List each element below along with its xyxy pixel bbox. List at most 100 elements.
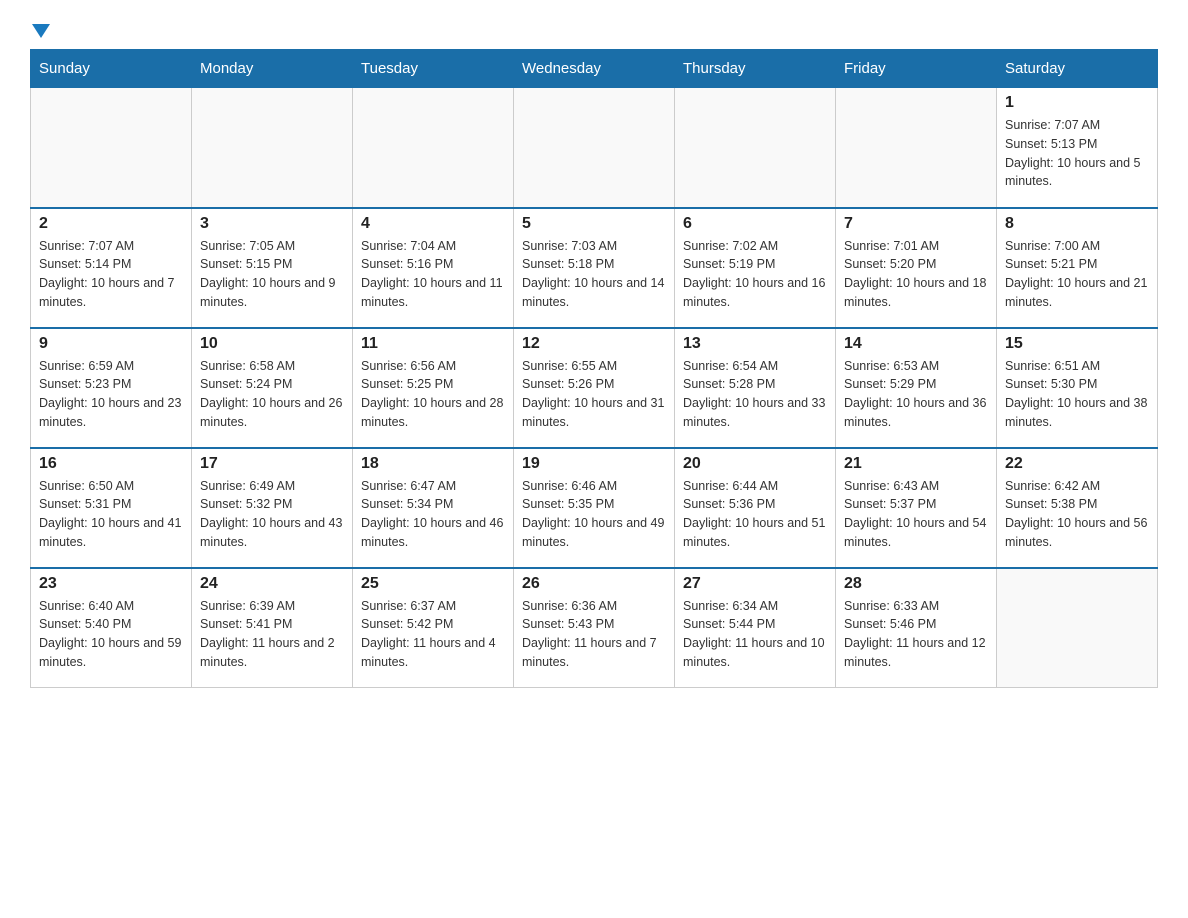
day-number: 13 xyxy=(683,335,827,353)
day-info: Sunrise: 6:55 AM Sunset: 5:26 PM Dayligh… xyxy=(522,357,666,432)
day-info: Sunrise: 6:36 AM Sunset: 5:43 PM Dayligh… xyxy=(522,597,666,672)
day-info: Sunrise: 6:49 AM Sunset: 5:32 PM Dayligh… xyxy=(200,477,344,552)
day-number: 1 xyxy=(1005,94,1149,112)
calendar-header-row: SundayMondayTuesdayWednesdayThursdayFrid… xyxy=(31,50,1158,88)
calendar-table: SundayMondayTuesdayWednesdayThursdayFrid… xyxy=(30,49,1158,688)
calendar-week-row: 23Sunrise: 6:40 AM Sunset: 5:40 PM Dayli… xyxy=(31,568,1158,688)
day-info: Sunrise: 6:39 AM Sunset: 5:41 PM Dayligh… xyxy=(200,597,344,672)
calendar-day-cell: 22 Sunrise: 6:42 AM Sunset: 5:38 PM Dayli… xyxy=(997,448,1158,568)
calendar-day-header: Friday xyxy=(836,50,997,88)
calendar-week-row: 16 Sunrise: 6:50 AM Sunset: 5:31 PM Dayli… xyxy=(31,448,1158,568)
calendar-day-cell: 17 Sunrise: 6:49 AM Sunset: 5:32 PM Dayli… xyxy=(192,448,353,568)
calendar-day-cell: 20 Sunrise: 6:44 AM Sunset: 5:36 PM Dayli… xyxy=(675,448,836,568)
calendar-day-cell: 26 Sunrise: 6:36 AM Sunset: 5:43 PM Dayli… xyxy=(514,568,675,688)
day-number: 28 xyxy=(844,575,988,593)
day-info: Sunrise: 6:40 AM Sunset: 5:40 PM Dayligh… xyxy=(39,597,183,672)
day-info: Sunrise: 7:01 AM Sunset: 5:20 PM Dayligh… xyxy=(844,237,988,312)
calendar-day-cell: 15Sunrise: 6:51 AM Sunset: 5:30 PM Dayli… xyxy=(997,328,1158,448)
calendar-day-cell: 4 Sunrise: 7:04 AM Sunset: 5:16 PM Daylig… xyxy=(353,208,514,328)
day-info: Sunrise: 6:42 AM Sunset: 5:38 PM Dayligh… xyxy=(1005,477,1149,552)
calendar-day-cell: 14Sunrise: 6:53 AM Sunset: 5:29 PM Dayli… xyxy=(836,328,997,448)
day-number: 9 xyxy=(39,335,183,353)
calendar-week-row: 9 Sunrise: 6:59 AM Sunset: 5:23 PM Daylig… xyxy=(31,328,1158,448)
day-number: 24 xyxy=(200,575,344,593)
calendar-day-header: Tuesday xyxy=(353,50,514,88)
calendar-day-cell: 9 Sunrise: 6:59 AM Sunset: 5:23 PM Daylig… xyxy=(31,328,192,448)
page-header xyxy=(30,20,1158,39)
day-info: Sunrise: 6:56 AM Sunset: 5:25 PM Dayligh… xyxy=(361,357,505,432)
day-number: 21 xyxy=(844,455,988,473)
day-number: 7 xyxy=(844,215,988,233)
day-info: Sunrise: 7:05 AM Sunset: 5:15 PM Dayligh… xyxy=(200,237,344,312)
calendar-day-cell: 6Sunrise: 7:02 AM Sunset: 5:19 PM Daylig… xyxy=(675,208,836,328)
day-info: Sunrise: 6:59 AM Sunset: 5:23 PM Dayligh… xyxy=(39,357,183,432)
day-number: 10 xyxy=(200,335,344,353)
day-info: Sunrise: 6:46 AM Sunset: 5:35 PM Dayligh… xyxy=(522,477,666,552)
day-info: Sunrise: 7:07 AM Sunset: 5:13 PM Dayligh… xyxy=(1005,116,1149,191)
calendar-day-cell: 18 Sunrise: 6:47 AM Sunset: 5:34 PM Dayli… xyxy=(353,448,514,568)
calendar-day-cell: 11 Sunrise: 6:56 AM Sunset: 5:25 PM Dayli… xyxy=(353,328,514,448)
calendar-day-cell: 13Sunrise: 6:54 AM Sunset: 5:28 PM Dayli… xyxy=(675,328,836,448)
day-info: Sunrise: 6:47 AM Sunset: 5:34 PM Dayligh… xyxy=(361,477,505,552)
calendar-day-cell: 28 Sunrise: 6:33 AM Sunset: 5:46 PM Dayli… xyxy=(836,568,997,688)
calendar-day-cell: 3Sunrise: 7:05 AM Sunset: 5:15 PM Daylig… xyxy=(192,208,353,328)
calendar-day-cell xyxy=(675,88,836,208)
calendar-day-cell: 7 Sunrise: 7:01 AM Sunset: 5:20 PM Daylig… xyxy=(836,208,997,328)
day-info: Sunrise: 6:34 AM Sunset: 5:44 PM Dayligh… xyxy=(683,597,827,672)
calendar-day-cell xyxy=(192,88,353,208)
day-info: Sunrise: 6:50 AM Sunset: 5:31 PM Dayligh… xyxy=(39,477,183,552)
calendar-day-cell: 21 Sunrise: 6:43 AM Sunset: 5:37 PM Dayli… xyxy=(836,448,997,568)
day-number: 11 xyxy=(361,335,505,353)
calendar-day-cell xyxy=(836,88,997,208)
calendar-day-header: Saturday xyxy=(997,50,1158,88)
calendar-day-cell: 27 Sunrise: 6:34 AM Sunset: 5:44 PM Dayli… xyxy=(675,568,836,688)
calendar-day-cell xyxy=(514,88,675,208)
calendar-day-header: Wednesday xyxy=(514,50,675,88)
day-number: 26 xyxy=(522,575,666,593)
calendar-day-cell: 1 Sunrise: 7:07 AM Sunset: 5:13 PM Daylig… xyxy=(997,88,1158,208)
calendar-day-header: Sunday xyxy=(31,50,192,88)
calendar-day-cell: 19 Sunrise: 6:46 AM Sunset: 5:35 PM Dayli… xyxy=(514,448,675,568)
day-number: 17 xyxy=(200,455,344,473)
day-info: Sunrise: 7:04 AM Sunset: 5:16 PM Dayligh… xyxy=(361,237,505,312)
calendar-day-header: Thursday xyxy=(675,50,836,88)
day-number: 6 xyxy=(683,215,827,233)
day-number: 18 xyxy=(361,455,505,473)
calendar-day-cell: 24 Sunrise: 6:39 AM Sunset: 5:41 PM Dayli… xyxy=(192,568,353,688)
day-number: 14 xyxy=(844,335,988,353)
day-number: 5 xyxy=(522,215,666,233)
calendar-week-row: 2 Sunrise: 7:07 AM Sunset: 5:14 PM Daylig… xyxy=(31,208,1158,328)
day-info: Sunrise: 6:58 AM Sunset: 5:24 PM Dayligh… xyxy=(200,357,344,432)
day-info: Sunrise: 6:33 AM Sunset: 5:46 PM Dayligh… xyxy=(844,597,988,672)
calendar-day-cell: 5 Sunrise: 7:03 AM Sunset: 5:18 PM Daylig… xyxy=(514,208,675,328)
day-number: 4 xyxy=(361,215,505,233)
logo xyxy=(30,20,50,39)
calendar-day-cell: 10 Sunrise: 6:58 AM Sunset: 5:24 PM Dayli… xyxy=(192,328,353,448)
calendar-day-cell: 8 Sunrise: 7:00 AM Sunset: 5:21 PM Daylig… xyxy=(997,208,1158,328)
day-number: 16 xyxy=(39,455,183,473)
calendar-day-cell: 12 Sunrise: 6:55 AM Sunset: 5:26 PM Dayli… xyxy=(514,328,675,448)
day-info: Sunrise: 6:43 AM Sunset: 5:37 PM Dayligh… xyxy=(844,477,988,552)
calendar-week-row: 1 Sunrise: 7:07 AM Sunset: 5:13 PM Daylig… xyxy=(31,88,1158,208)
day-number: 12 xyxy=(522,335,666,353)
calendar-day-cell: 25Sunrise: 6:37 AM Sunset: 5:42 PM Dayli… xyxy=(353,568,514,688)
day-info: Sunrise: 7:03 AM Sunset: 5:18 PM Dayligh… xyxy=(522,237,666,312)
day-number: 22 xyxy=(1005,455,1149,473)
calendar-day-cell: 16 Sunrise: 6:50 AM Sunset: 5:31 PM Dayli… xyxy=(31,448,192,568)
day-number: 2 xyxy=(39,215,183,233)
calendar-day-cell xyxy=(31,88,192,208)
calendar-day-header: Monday xyxy=(192,50,353,88)
day-info: Sunrise: 7:07 AM Sunset: 5:14 PM Dayligh… xyxy=(39,237,183,312)
day-info: Sunrise: 6:37 AM Sunset: 5:42 PM Dayligh… xyxy=(361,597,505,672)
logo-triangle-icon xyxy=(32,20,50,38)
day-info: Sunrise: 7:00 AM Sunset: 5:21 PM Dayligh… xyxy=(1005,237,1149,312)
calendar-day-cell xyxy=(997,568,1158,688)
calendar-day-cell: 23Sunrise: 6:40 AM Sunset: 5:40 PM Dayli… xyxy=(31,568,192,688)
day-number: 27 xyxy=(683,575,827,593)
day-number: 8 xyxy=(1005,215,1149,233)
day-number: 20 xyxy=(683,455,827,473)
calendar-day-cell xyxy=(353,88,514,208)
day-number: 19 xyxy=(522,455,666,473)
day-info: Sunrise: 6:51 AM Sunset: 5:30 PM Dayligh… xyxy=(1005,357,1149,432)
day-info: Sunrise: 6:44 AM Sunset: 5:36 PM Dayligh… xyxy=(683,477,827,552)
